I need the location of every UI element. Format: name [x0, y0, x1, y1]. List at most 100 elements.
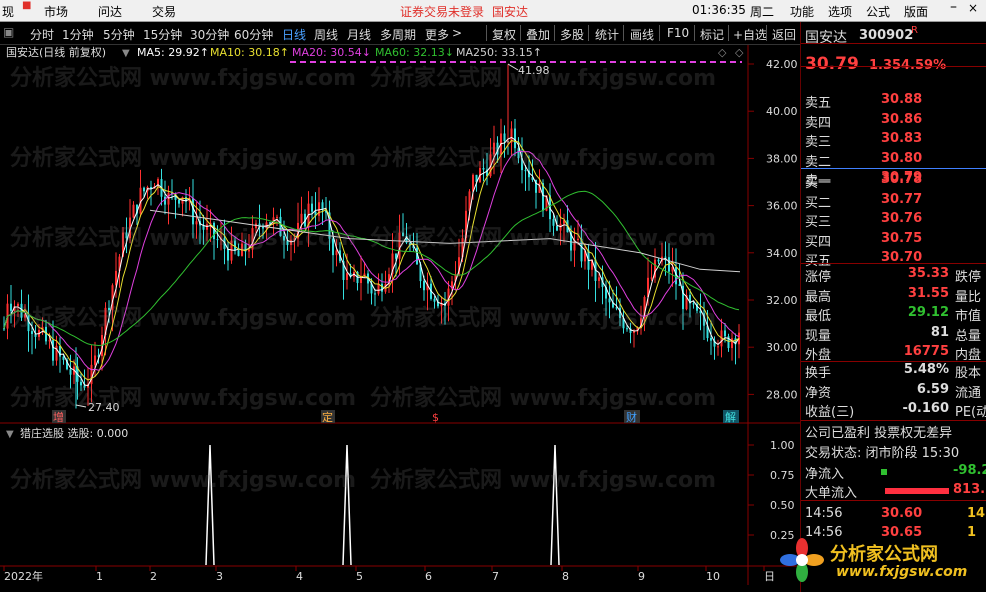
company-info-text: 公司已盈利 投票权无差异: [805, 426, 953, 441]
candle-body: [62, 356, 65, 360]
bid-row[interactable]: 买三 30.76: [805, 211, 985, 230]
stat-row: 最高 31.55 量比: [805, 286, 985, 305]
bigflow-label: 大单流入: [805, 486, 858, 501]
stat-label: 最低: [805, 309, 832, 324]
period-60min[interactable]: 60分钟: [234, 26, 273, 43]
adjust-arrows-icon[interactable]: ◇: [735, 46, 744, 59]
event-marker-jie[interactable]: 解: [725, 410, 736, 424]
btn-f10[interactable]: F10: [667, 26, 689, 40]
menu-item-layout[interactable]: 版面: [904, 3, 928, 20]
candle-body: [192, 198, 194, 225]
candle-body: [48, 340, 51, 342]
netflow-bar: [881, 469, 887, 475]
date-label: 10: [706, 570, 720, 583]
candle-body: [69, 369, 72, 375]
period-more[interactable]: 更多: [425, 26, 449, 43]
date-label: 日: [764, 570, 775, 583]
ma-dropdown-icon[interactable]: ▼: [122, 48, 130, 59]
close-icon[interactable]: ×: [968, 1, 978, 15]
bid-row-price: 30.76: [881, 211, 923, 226]
indicator-collapse-icon[interactable]: ▼: [6, 429, 14, 440]
candle-body: [125, 232, 128, 239]
event-marker-cai[interactable]: 财: [626, 410, 637, 424]
menu-item-market[interactable]: 市场: [44, 3, 68, 20]
menu-item-trade[interactable]: 交易: [152, 3, 176, 20]
ma10-line: [3, 139, 740, 381]
btn-overlay[interactable]: 叠加: [526, 26, 550, 43]
candle-body: [692, 303, 695, 305]
btn-mark[interactable]: 标记: [700, 26, 724, 43]
ask-row-label: 卖三: [805, 135, 832, 150]
date-label: 3: [216, 570, 223, 583]
ma10-legend: MA10: 30.18↑: [210, 46, 289, 59]
period-1min[interactable]: 1分钟: [62, 26, 94, 43]
menu-item-xian[interactable]: 现: [2, 3, 14, 20]
ask-row[interactable]: 卖三 30.83: [805, 131, 985, 150]
ask-row-label: 卖五: [805, 96, 832, 111]
period-fenshi[interactable]: 分时: [30, 26, 54, 43]
period-daily[interactable]: 日线: [282, 26, 306, 43]
candle-body: [318, 202, 320, 216]
candle-body: [346, 273, 348, 280]
login-notice[interactable]: 证券交易未登录: [400, 3, 484, 20]
candle-body: [108, 307, 110, 311]
menu-item-wenda[interactable]: 问达: [98, 3, 122, 20]
bid-row[interactable]: 买一 30.78: [805, 172, 985, 191]
minimize-icon[interactable]: –: [950, 0, 957, 15]
bid-row-label: 买一: [805, 176, 832, 191]
event-marker-dividend[interactable]: $: [432, 411, 439, 424]
btn-draw-line[interactable]: 画线: [630, 26, 654, 43]
bid-row-label: 买三: [805, 215, 832, 230]
candle-body: [552, 219, 555, 226]
chart-title: 国安达(日线 前复权): [6, 45, 106, 59]
logo-text-cn: 分析家公式网: [830, 544, 938, 565]
btn-back[interactable]: 返回: [772, 26, 796, 43]
price-axis-label: 28.00: [766, 388, 798, 401]
bid-row[interactable]: 买四 30.75: [805, 231, 985, 250]
period-30min[interactable]: 30分钟: [190, 26, 229, 43]
period-multi[interactable]: 多周期: [380, 26, 416, 43]
settings-diamond-icon[interactable]: ◇: [718, 46, 727, 59]
ma250-legend: MA250: 33.15↑: [456, 46, 542, 59]
period-5min[interactable]: 5分钟: [103, 26, 135, 43]
stat-row: 净资 6.59 流通: [805, 382, 985, 401]
ask-row[interactable]: 卖二 30.80: [805, 151, 985, 170]
event-marker-zeng[interactable]: 增: [53, 410, 64, 424]
candle-body: [178, 199, 180, 204]
stat-label: 收益(三): [805, 405, 855, 420]
bid-row[interactable]: 买二 30.77: [805, 192, 985, 211]
menu-item-function[interactable]: 功能: [790, 3, 814, 20]
event-marker-ding[interactable]: 定: [322, 410, 333, 424]
candle-body: [402, 232, 404, 237]
stock-flag: R: [911, 25, 918, 36]
candle-body: [167, 192, 170, 205]
candle-body: [206, 224, 208, 230]
menu-item-options[interactable]: 选项: [828, 3, 852, 20]
btn-fuquan[interactable]: 复权: [492, 26, 516, 43]
btn-statistics[interactable]: 统计: [595, 26, 619, 43]
stat-value: 29.12: [907, 305, 949, 320]
ma60-legend: MA60: 32.13↓: [375, 46, 454, 59]
more-chevron-icon[interactable]: >: [452, 26, 462, 40]
tick-volume: 14: [967, 506, 986, 521]
kline-chart-area[interactable]: 国安达(日线 前复权) ▼ MA5: 29.92↑ MA10: 30.18↑ M…: [0, 45, 800, 585]
toolbar-handle-icon[interactable]: ▣: [3, 25, 14, 39]
last-price: 30.79: [805, 54, 859, 74]
period-15min[interactable]: 15分钟: [143, 26, 182, 43]
candle-body: [398, 232, 401, 259]
period-weekly[interactable]: 周线: [314, 26, 338, 43]
kline-chart-svg[interactable]: 国安达(日线 前复权) ▼ MA5: 29.92↑ MA10: 30.18↑ M…: [0, 45, 800, 585]
stat-label: 最高: [805, 289, 832, 305]
btn-multi-stock[interactable]: 多股: [560, 26, 584, 43]
ask-row[interactable]: 卖四 30.86: [805, 112, 985, 131]
ask-row[interactable]: 卖五 30.88: [805, 92, 985, 111]
red-dot-icon: ■: [22, 0, 32, 11]
menu-item-formula[interactable]: 公式: [866, 3, 890, 20]
candle-body: [472, 174, 474, 192]
period-monthly[interactable]: 月线: [347, 26, 371, 43]
bid-row-label: 买二: [805, 195, 832, 211]
btn-add-watchlist[interactable]: +自选: [733, 26, 767, 43]
stat-row: 换手 5.48% 股本: [805, 362, 985, 381]
tick-row: 14:56 30.60 14: [805, 506, 985, 525]
period-toolbar: ▣ 分时 1分钟 5分钟 15分钟 30分钟 60分钟 日线 周线 月线 多周期…: [0, 22, 800, 45]
